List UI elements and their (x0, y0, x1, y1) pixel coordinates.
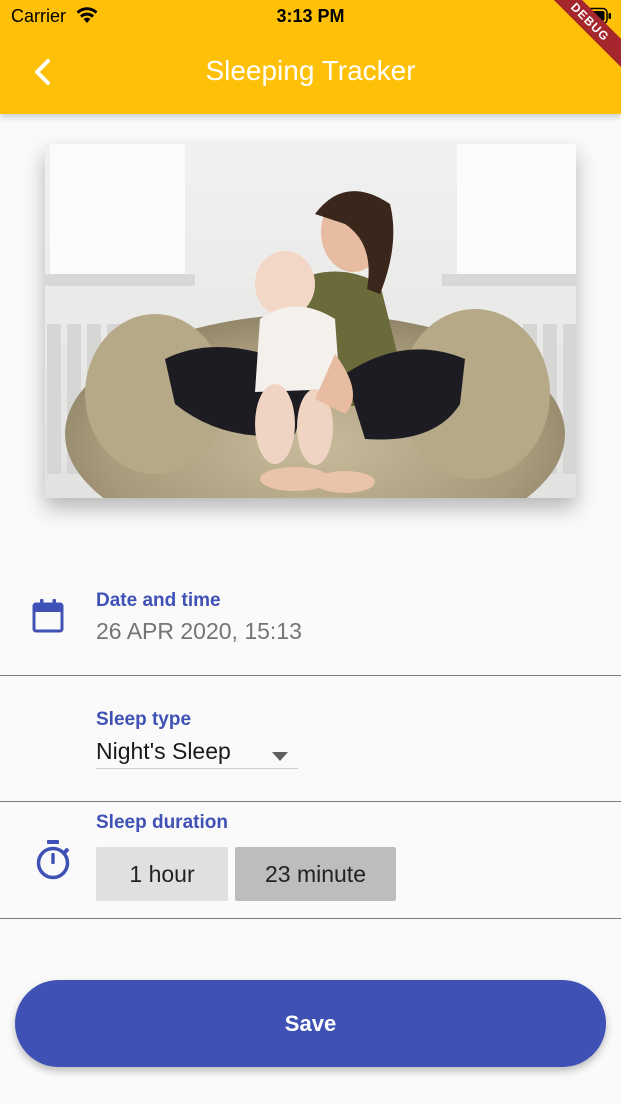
divider (0, 675, 621, 676)
timer-icon (35, 840, 71, 885)
app-bar: Carrier 3:13 PM Sleeping Tracker (0, 0, 621, 114)
sleep-type-selected: Night's Sleep (96, 738, 231, 764)
status-bar: Carrier 3:13 PM (0, 0, 621, 34)
sleep-type-label: Sleep type (96, 709, 192, 730)
sleep-type-dropdown[interactable]: Night's Sleep (96, 734, 298, 769)
hours-chip[interactable]: 1 hour (96, 847, 228, 901)
calendar-icon (32, 599, 64, 638)
dropdown-arrow-icon (272, 748, 288, 766)
date-time-value[interactable]: 26 APR 2020, 15:13 (96, 618, 302, 645)
moon-icon (36, 724, 62, 759)
save-button[interactable]: Save (15, 980, 606, 1067)
minutes-chip[interactable]: 23 minute (235, 847, 396, 901)
divider (0, 918, 621, 919)
divider (0, 801, 621, 802)
hero-photo (45, 144, 576, 498)
status-clock: 3:13 PM (276, 6, 345, 26)
date-time-label: Date and time (96, 590, 221, 611)
sleep-duration-label: Sleep duration (96, 812, 228, 833)
page-title: Sleeping Tracker (205, 55, 416, 86)
